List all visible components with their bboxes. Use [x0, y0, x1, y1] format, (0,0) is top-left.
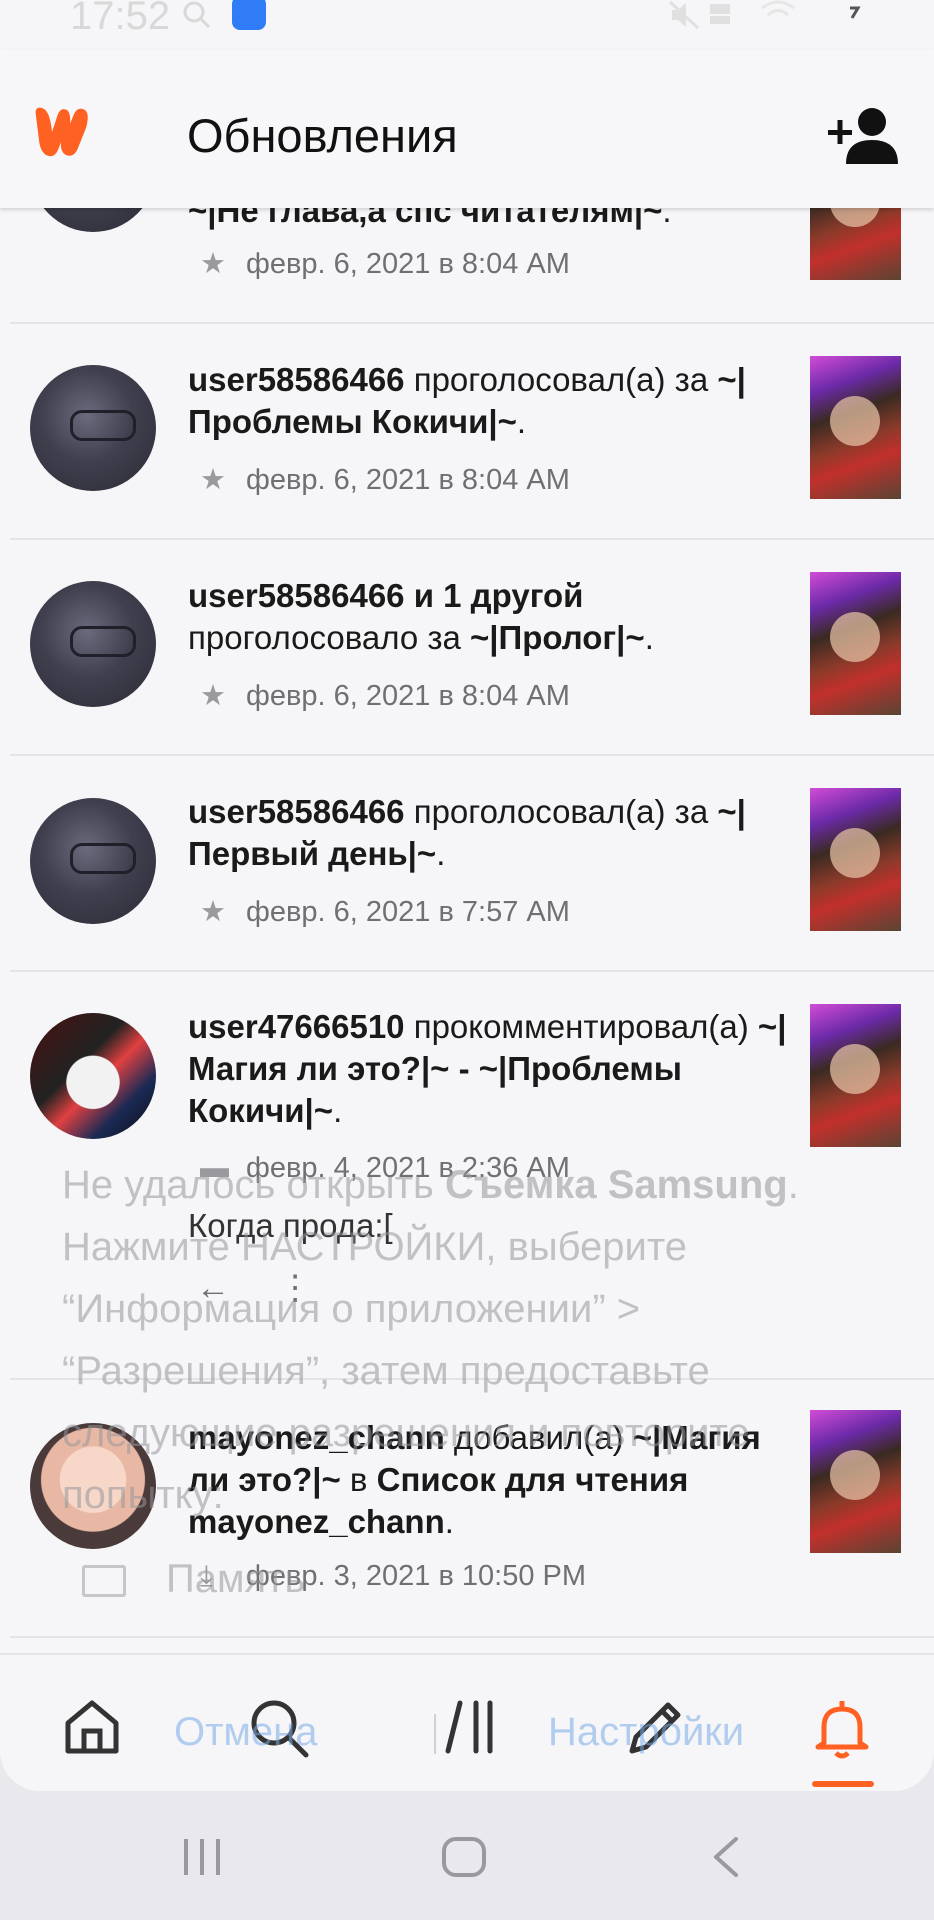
wattpad-logo — [35, 107, 88, 157]
dialog-button-divider — [434, 1714, 436, 1754]
home-button-icon[interactable] — [440, 1835, 488, 1879]
bottom-navigation — [0, 1653, 934, 1791]
active-tab-indicator — [812, 1781, 874, 1787]
star-icon: ★ — [200, 896, 226, 928]
divider — [10, 322, 934, 324]
divider — [10, 538, 934, 540]
status-time: 17:52 — [70, 0, 171, 38]
avatar[interactable] — [30, 365, 156, 491]
permission-item: Память — [82, 1557, 305, 1602]
avatar[interactable] — [30, 798, 156, 924]
page-title: Обновления — [187, 109, 458, 162]
story-cover[interactable] — [810, 356, 901, 499]
folder-icon — [82, 1565, 126, 1598]
permission-dialog-message: Не удалось открыть Съемка Samsung. Нажми… — [62, 1163, 799, 1517]
star-icon: ★ — [200, 248, 226, 280]
divider — [10, 754, 934, 756]
notification-text: user58586466 проголосовал(а) за ~|Первый… — [188, 793, 746, 872]
story-cover[interactable] — [810, 572, 901, 715]
system-navigation-bar — [0, 1791, 934, 1920]
status-bar: 17:52 — [0, 0, 934, 50]
battery-icon — [850, 6, 861, 19]
wifi-icon — [761, 0, 795, 17]
recent-apps-icon[interactable] — [180, 1835, 224, 1879]
notification-text: user58586466 и 1 другой проголосовало за… — [188, 577, 654, 656]
story-cover[interactable] — [810, 788, 901, 931]
app-header: Обновления — [0, 50, 934, 208]
avatar[interactable] — [30, 1013, 156, 1139]
notification-time: ★ февр. 6, 2021 в 7:57 AM — [200, 896, 570, 928]
notification-text: user47666510 прокомментировал(а) ~|Магия… — [188, 1008, 787, 1129]
divider — [10, 1636, 934, 1638]
notifications-icon[interactable] — [810, 1697, 874, 1761]
divider — [10, 970, 934, 972]
back-icon[interactable] — [708, 1835, 744, 1879]
notification-time: ★ февр. 6, 2021 в 8:04 AM — [200, 680, 570, 712]
search-icon — [183, 1, 211, 29]
notification-text: user58586466 проголосовал(а) за ~|Пробле… — [188, 361, 746, 440]
settings-button[interactable]: Настройки — [548, 1710, 744, 1755]
home-icon[interactable] — [62, 1697, 122, 1757]
star-icon: ★ — [200, 464, 226, 496]
library-icon[interactable] — [442, 1697, 502, 1757]
signal-icon — [710, 4, 730, 24]
notification-time: ★ февр. 6, 2021 в 8:04 AM — [200, 464, 570, 496]
add-user-icon[interactable] — [828, 106, 902, 166]
mute-icon — [668, 0, 700, 30]
avatar[interactable] — [30, 581, 156, 707]
story-cover[interactable] — [810, 1410, 901, 1553]
cancel-button[interactable]: Отмена — [174, 1710, 318, 1755]
star-icon: ★ — [200, 680, 226, 712]
story-cover[interactable] — [810, 1004, 901, 1147]
telegram-icon — [232, 0, 266, 30]
notification-time: ★ февр. 6, 2021 в 8:04 AM — [200, 248, 570, 280]
